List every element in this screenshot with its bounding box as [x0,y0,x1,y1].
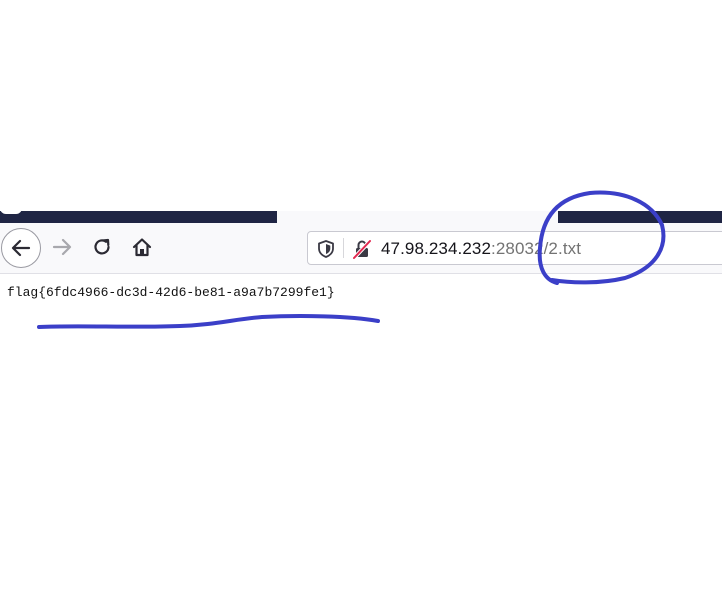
page-text: flag{6fdc4966-dc3d-42d6-be81-a9a7b7299fe… [7,285,335,300]
arrow-left-icon [11,239,31,257]
tab-strip-dark-right[interactable] [558,211,722,223]
back-button[interactable] [1,228,41,268]
url-port-path: :28032/2.txt [491,239,582,258]
home-button[interactable] [124,229,160,265]
insecure-lock-icon[interactable] [351,238,373,260]
home-icon [132,238,152,257]
screenshot-stage: 47.98.234.232:28032/2.txt flag{6fdc4966-… [0,0,722,599]
url-host: 47.98.234.232 [381,239,492,258]
address-bar-divider [343,238,344,258]
tab-notch [0,208,22,214]
reload-button[interactable] [84,229,120,265]
shield-icon[interactable] [316,239,336,259]
tab-strip-dark-left[interactable] [0,211,277,223]
forward-button[interactable] [44,229,80,265]
underline-annotation [37,314,380,329]
reload-icon [94,238,110,255]
url-text[interactable]: 47.98.234.232:28032/2.txt [381,239,581,259]
arrow-right-icon [52,238,72,256]
